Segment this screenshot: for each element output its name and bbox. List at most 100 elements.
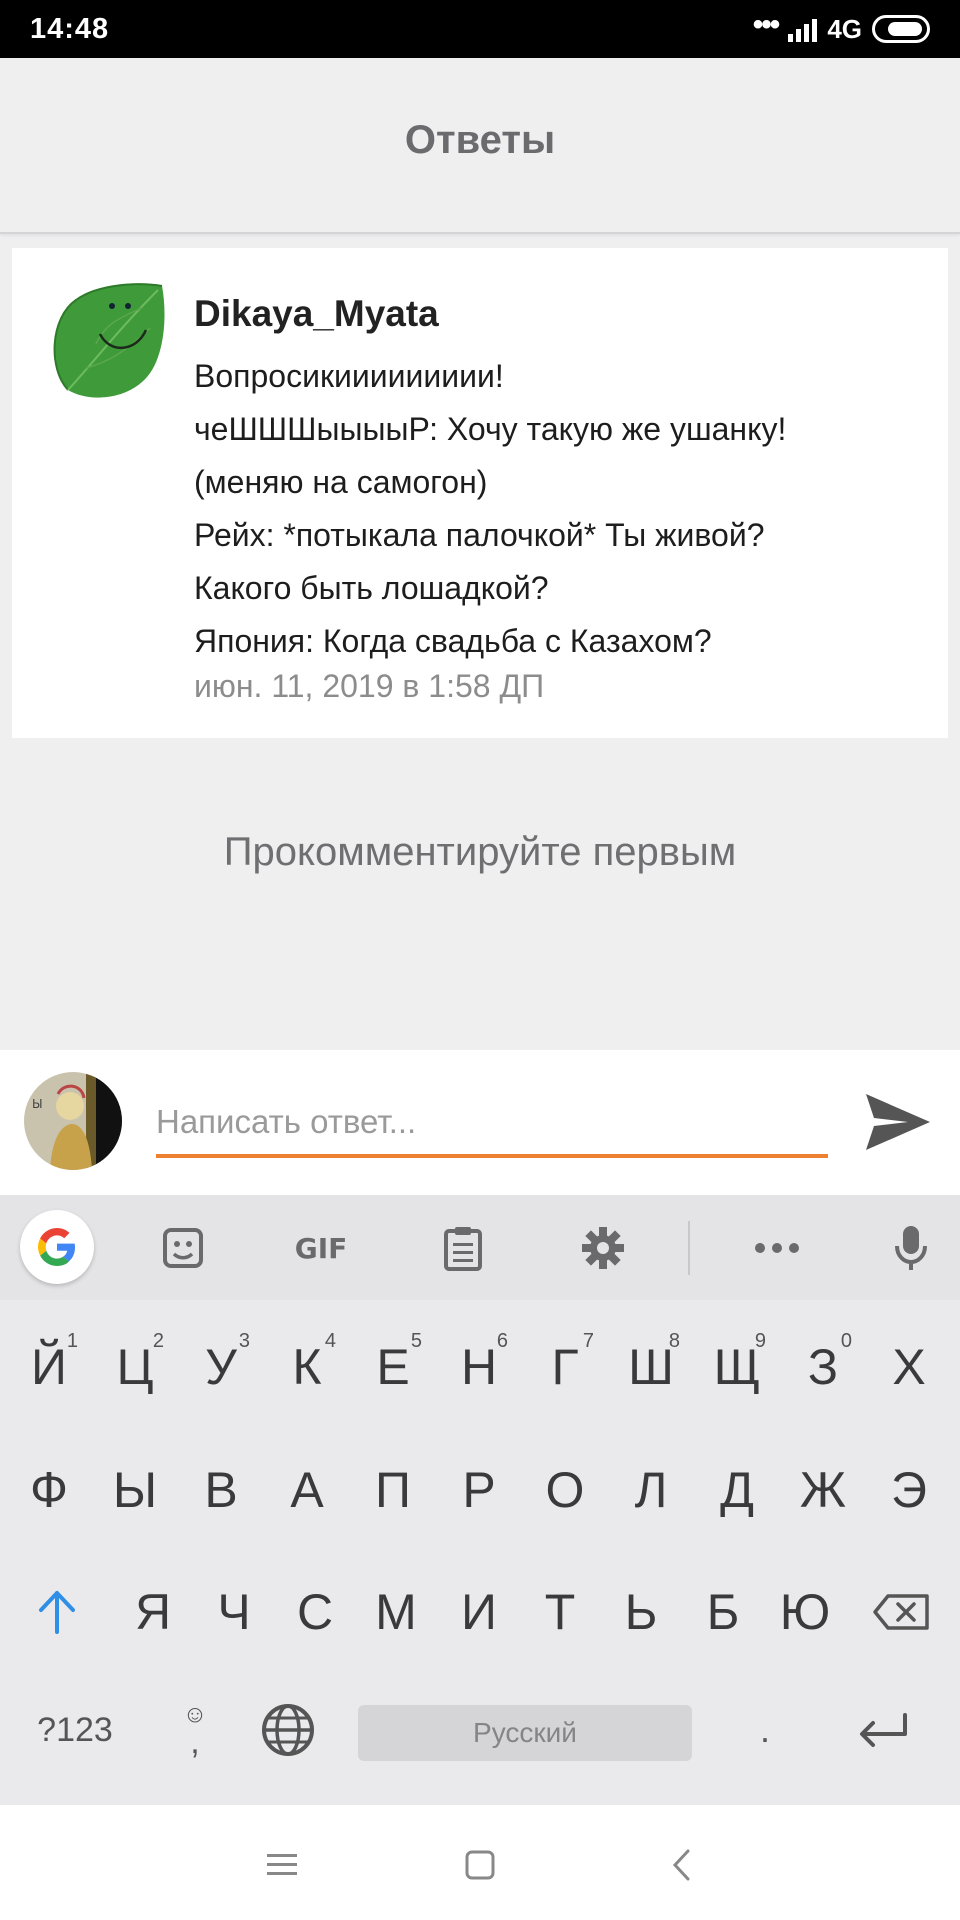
key[interactable]: Б [680, 1557, 766, 1667]
post-body: Вопросикиииииииии! чеШШШыыыыР: Хочу таку… [194, 350, 924, 668]
key[interactable]: Р [436, 1435, 522, 1545]
key[interactable]: Ч [191, 1557, 277, 1667]
key[interactable]: У3 [178, 1312, 264, 1422]
key[interactable]: С [272, 1557, 358, 1667]
key[interactable]: Э [866, 1435, 952, 1545]
navigation-bar [0, 1805, 960, 1920]
key[interactable]: П [350, 1435, 436, 1545]
sticker-icon[interactable] [150, 1215, 216, 1281]
key[interactable]: Й1 [6, 1312, 92, 1422]
more-icon[interactable] [744, 1215, 810, 1281]
signal-icon [788, 16, 818, 42]
key-label: Н [460, 1339, 498, 1395]
key-hint: 2 [152, 1330, 164, 1352]
key[interactable]: Д [694, 1435, 780, 1545]
menu-icon[interactable] [252, 1835, 312, 1895]
leaf-face-avatar[interactable] [46, 278, 170, 402]
key-hint: 7 [582, 1330, 594, 1352]
key[interactable]: Н6 [436, 1312, 522, 1422]
user-avatar: Ы [24, 1072, 122, 1170]
key[interactable]: Х [866, 1312, 952, 1422]
key-hint: 0 [840, 1330, 852, 1352]
key[interactable]: А [264, 1435, 350, 1545]
user-avatar-image: Ы [24, 1072, 122, 1170]
status-time: 14:48 [30, 13, 110, 45]
post-line: Рейх: *потыкала палочкой* Ты живой? [194, 517, 765, 553]
key-hint: 4 [324, 1330, 336, 1352]
home-icon[interactable] [450, 1835, 510, 1895]
key[interactable]: Л [608, 1435, 694, 1545]
reply-bar: Ы [0, 1050, 960, 1195]
gif-icon[interactable]: GIF [288, 1215, 354, 1281]
status-bar: 14:48 ••• 4G [0, 0, 960, 58]
backspace-key[interactable] [858, 1557, 944, 1667]
key-label: К [292, 1339, 322, 1395]
post-line: Япония: Когда свадьба с Казахом? [194, 623, 712, 659]
post-line: Вопросикиииииииии! [194, 358, 504, 394]
send-icon[interactable] [862, 1086, 934, 1158]
space-key[interactable]: Русский [358, 1705, 692, 1761]
back-icon[interactable] [652, 1835, 712, 1895]
post-card: Dikaya_Myata Вопросикиииииииии! чеШШШыыы… [12, 248, 948, 738]
key-label: Х [892, 1339, 926, 1395]
notification-dots-icon: ••• [752, 8, 780, 41]
key-label: Ц [116, 1339, 154, 1395]
key[interactable]: Щ9 [694, 1312, 780, 1422]
svg-text:Ы: Ы [32, 1097, 43, 1111]
network-type: 4G [827, 13, 862, 44]
key[interactable]: Т [517, 1557, 603, 1667]
toolbar-divider [688, 1221, 690, 1275]
key-label: Ш [628, 1339, 674, 1395]
post-line: Какого быть лошадкой? [194, 570, 549, 606]
key-label: Г [551, 1339, 579, 1395]
shift-key[interactable] [14, 1557, 100, 1667]
key[interactable]: М [353, 1557, 439, 1667]
status-icons: ••• 4G [752, 8, 930, 46]
post-date: июн. 11, 2019 в 1:58 ДП [194, 668, 545, 704]
gear-icon[interactable] [570, 1215, 636, 1281]
key[interactable]: Г7 [522, 1312, 608, 1422]
key-label: Й [31, 1339, 67, 1395]
key[interactable]: И [436, 1557, 522, 1667]
reply-input[interactable] [156, 1090, 828, 1158]
key[interactable]: В [178, 1435, 264, 1545]
enter-key[interactable] [848, 1695, 918, 1765]
enter-icon [860, 1713, 907, 1747]
backspace-icon [873, 1594, 929, 1630]
battery-icon [872, 15, 930, 43]
key[interactable]: Ь [598, 1557, 684, 1667]
key-hint: 5 [410, 1330, 422, 1352]
key[interactable]: Я [110, 1557, 196, 1667]
key[interactable]: Е5 [350, 1312, 436, 1422]
key[interactable]: К4 [264, 1312, 350, 1422]
period-key[interactable]: . [730, 1685, 800, 1775]
key[interactable]: Ш8 [608, 1312, 694, 1422]
post-line: (меняю на самогон) [194, 464, 488, 500]
key-hint: 9 [754, 1330, 766, 1352]
key-label: З [807, 1339, 839, 1395]
key[interactable]: О [522, 1435, 608, 1545]
symbols-key[interactable]: ?123 [20, 1685, 130, 1775]
key[interactable]: З0 [780, 1312, 866, 1422]
page-title: Ответы [404, 118, 556, 162]
key-hint: 6 [496, 1330, 508, 1352]
key[interactable]: Ф [6, 1435, 92, 1545]
globe-icon[interactable] [258, 1695, 318, 1765]
key-hint: 3 [238, 1330, 250, 1352]
post-author[interactable]: Dikaya_Myata [194, 293, 439, 335]
key[interactable]: Ы [92, 1435, 178, 1545]
key-label: У [205, 1339, 237, 1395]
key-hint: 1 [66, 1330, 78, 1352]
empty-comments-message: Прокомментируйте первым [223, 830, 737, 874]
key[interactable]: Ж [780, 1435, 866, 1545]
screen: 14:48 ••• 4G Ответы Dikaya_Myata Вопроси… [0, 0, 960, 1920]
key[interactable]: Ц2 [92, 1312, 178, 1422]
google-icon[interactable] [20, 1210, 94, 1284]
clipboard-icon[interactable] [430, 1215, 496, 1281]
mic-icon[interactable] [878, 1215, 944, 1281]
emoji-comma-key[interactable]: ☺ , [160, 1685, 230, 1775]
key[interactable]: Ю [762, 1557, 848, 1667]
key-label: Е [376, 1339, 410, 1395]
post-line: чеШШШыыыыР: Хочу такую же ушанку! [194, 411, 787, 447]
app-header: Ответы [0, 58, 960, 234]
